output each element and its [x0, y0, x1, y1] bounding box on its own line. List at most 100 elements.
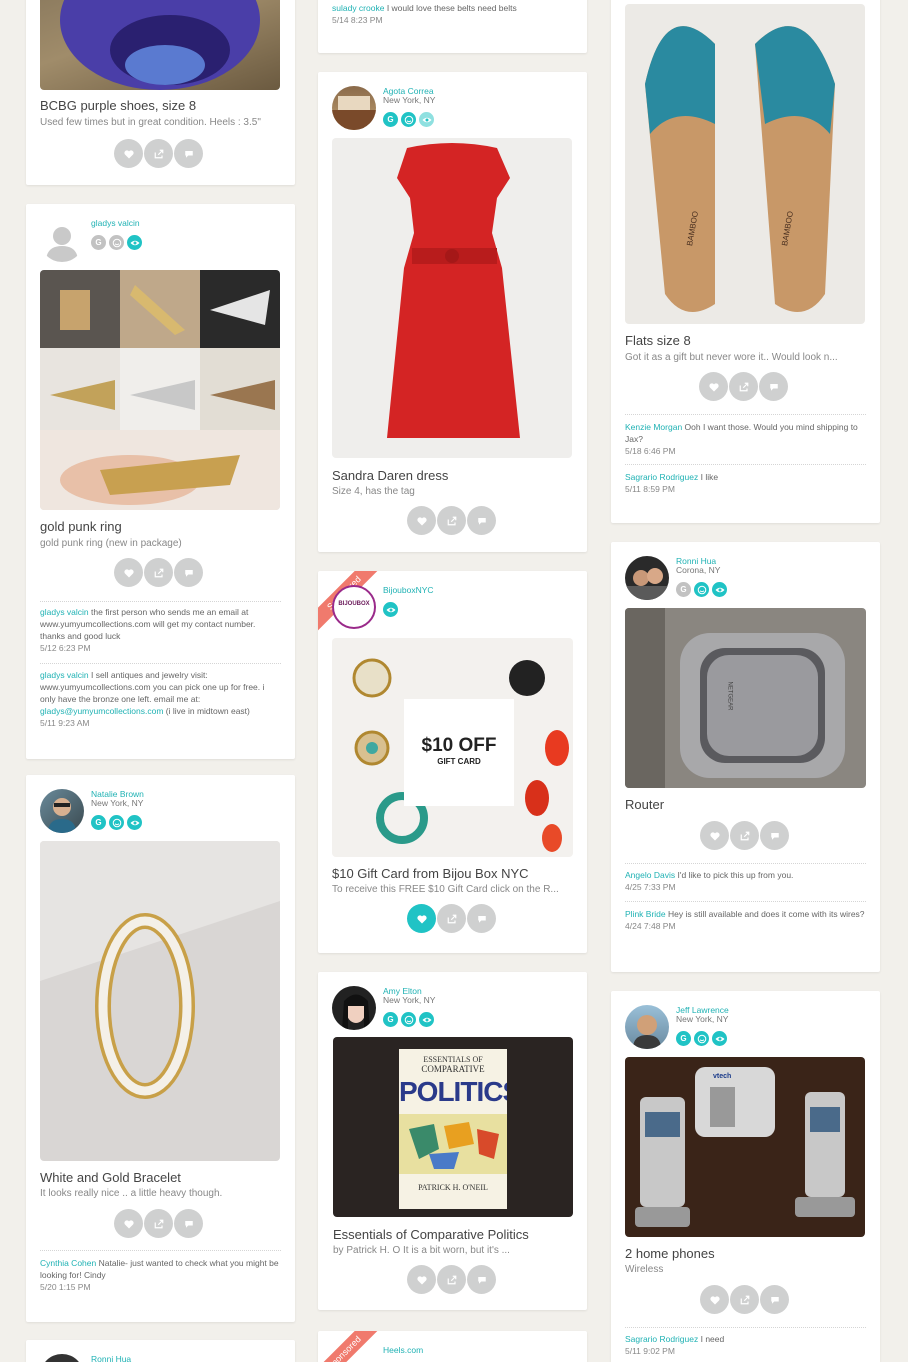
avatar[interactable]: BIJOUBOX [332, 585, 376, 629]
avatar[interactable] [625, 1005, 669, 1049]
share-button[interactable] [730, 821, 759, 850]
comment-author[interactable]: Plink Bride [625, 909, 666, 919]
share-button[interactable] [437, 506, 466, 535]
listing-title[interactable]: Essentials of Comparative Politics [333, 1227, 529, 1242]
listing-card-gift-card[interactable]: Sponsored BIJOUBOX BijouboxNYC $10 OFF G… [318, 571, 587, 953]
comment-text-after: (i live in midtown east) [163, 706, 250, 716]
like-button[interactable] [700, 1285, 729, 1314]
listing-card-phones[interactable]: Jeff Lawrence New York, NY G vtech 2 hom… [611, 991, 880, 1362]
avatar[interactable] [332, 86, 376, 130]
share-icon [446, 1274, 458, 1286]
user-name[interactable]: Ronni Hua [91, 1354, 131, 1362]
user-name[interactable]: gladys valcin [91, 218, 140, 228]
share-button[interactable] [729, 372, 758, 401]
eye-badge [419, 112, 434, 127]
comment-author[interactable]: Angelo Davis [625, 870, 675, 880]
comment: Angelo Davis I'd like to pick this up fr… [625, 869, 866, 893]
user-badges: G [383, 112, 434, 127]
listing-photo[interactable] [40, 270, 280, 510]
share-button[interactable] [730, 1285, 759, 1314]
heart-icon [709, 830, 721, 842]
listing-photo[interactable] [332, 138, 572, 458]
user-name[interactable]: BijouboxNYC [383, 585, 434, 595]
comment-button[interactable] [467, 904, 496, 933]
listing-card-router[interactable]: Ronni Hua Corona, NY G NETGEAR Router An… [611, 542, 880, 972]
like-button[interactable] [700, 821, 729, 850]
share-button[interactable] [144, 1209, 173, 1238]
comment-author[interactable]: Kenzie Morgan [625, 422, 682, 432]
comment-author[interactable]: Cynthia Cohen [40, 1258, 96, 1268]
avatar-image [625, 568, 669, 600]
listing-title[interactable]: Router [625, 797, 664, 812]
card-actions [700, 821, 789, 850]
listing-title[interactable]: 2 home phones [625, 1246, 715, 1261]
listing-card-dress[interactable]: Agota Correa New York, NY G Sandra Daren… [318, 72, 587, 552]
share-button[interactable] [437, 1265, 466, 1294]
avatar[interactable] [332, 986, 376, 1030]
heart-icon [709, 1294, 721, 1306]
avatar[interactable] [40, 218, 84, 262]
listing-title[interactable]: White and Gold Bracelet [40, 1170, 181, 1185]
listing-card-ronni[interactable]: Ronni Hua [26, 1340, 295, 1362]
comment-author[interactable]: sulady crooke [332, 3, 384, 13]
listing-title[interactable]: Sandra Daren dress [332, 468, 448, 483]
book-title-big: POLITICS [399, 1076, 507, 1107]
comment-author[interactable]: gladys valcin [40, 607, 89, 617]
share-button[interactable] [144, 558, 173, 587]
comment-button[interactable] [759, 372, 788, 401]
book-author: PATRICK H. O'NEIL [418, 1183, 488, 1192]
comment-author[interactable]: Sagrario Rodriguez [625, 1334, 698, 1344]
listing-photo[interactable]: ESSENTIALS OF COMPARATIVE POLITICS PATRI… [333, 1037, 573, 1217]
avatar-image [48, 798, 76, 833]
listing-photo[interactable]: $10 OFF GIFT CARD [332, 638, 573, 857]
user-name[interactable]: Heels.com [383, 1345, 423, 1355]
email-link[interactable]: gladys@yumyumcollections.com [40, 706, 163, 716]
listing-card-politics-book[interactable]: Amy Elton New York, NY G ESSENTIALS OF C… [318, 972, 587, 1310]
comment-button[interactable] [467, 1265, 496, 1294]
comment-button[interactable] [174, 558, 203, 587]
like-button[interactable] [699, 372, 728, 401]
like-button[interactable] [407, 904, 436, 933]
comment-text: Hey is still available and does it come … [665, 909, 865, 919]
phone-brand: vtech [713, 1073, 732, 1080]
like-button[interactable] [114, 558, 143, 587]
listing-card-bracelet[interactable]: Natalie Brown New York, NY G White and G… [26, 775, 295, 1322]
listing-title[interactable]: gold punk ring [40, 519, 122, 534]
share-button[interactable] [144, 139, 173, 168]
comment-button[interactable] [467, 506, 496, 535]
like-button[interactable] [114, 139, 143, 168]
listing-card-belts[interactable]: sulady crooke I would love these belts n… [318, 0, 587, 53]
phones-image [635, 1067, 855, 1227]
listing-card-heels[interactable]: Sponsored Heels.com [318, 1331, 587, 1362]
share-button[interactable] [437, 904, 466, 933]
listing-title[interactable]: Flats size 8 [625, 333, 691, 348]
avatar[interactable] [40, 789, 84, 833]
book-image: ESSENTIALS OF COMPARATIVE POLITICS PATRI… [399, 1049, 507, 1209]
comment-button[interactable] [174, 139, 203, 168]
comment-button[interactable] [760, 1285, 789, 1314]
listing-card-gold-punk-ring[interactable]: gladys valcin G gold punk ring gold punk… [26, 204, 295, 759]
listing-photo[interactable] [40, 841, 280, 1161]
listing-card-bcbg-shoes[interactable]: BCBG purple shoes, size 8 Used few times… [26, 0, 295, 185]
avatar[interactable] [625, 556, 669, 600]
listing-title[interactable]: BCBG purple shoes, size 8 [40, 98, 196, 113]
comment-author[interactable]: gladys valcin [40, 670, 89, 680]
flats-image [645, 26, 835, 313]
comment-button[interactable] [760, 821, 789, 850]
comment-author[interactable]: Sagrario Rodriguez [625, 472, 698, 482]
like-button[interactable] [407, 506, 436, 535]
comment-button[interactable] [174, 1209, 203, 1238]
listing-card-flats[interactable]: BAMBOO BAMBOO Flats size 8 Got it as a g… [611, 0, 880, 523]
like-button[interactable] [407, 1265, 436, 1294]
smile-icon [696, 584, 708, 596]
avatar[interactable] [40, 1354, 84, 1362]
listing-title[interactable]: $10 Gift Card from Bijou Box NYC [332, 866, 529, 881]
comment-icon [769, 1294, 781, 1306]
listing-photo[interactable]: NETGEAR [625, 608, 866, 788]
listing-photo[interactable]: vtech [625, 1057, 865, 1237]
eye-badge [712, 1031, 727, 1046]
like-button[interactable] [114, 1209, 143, 1238]
listing-photo[interactable] [40, 0, 280, 90]
card-actions [407, 1265, 496, 1294]
listing-photo[interactable]: BAMBOO BAMBOO [625, 4, 865, 324]
